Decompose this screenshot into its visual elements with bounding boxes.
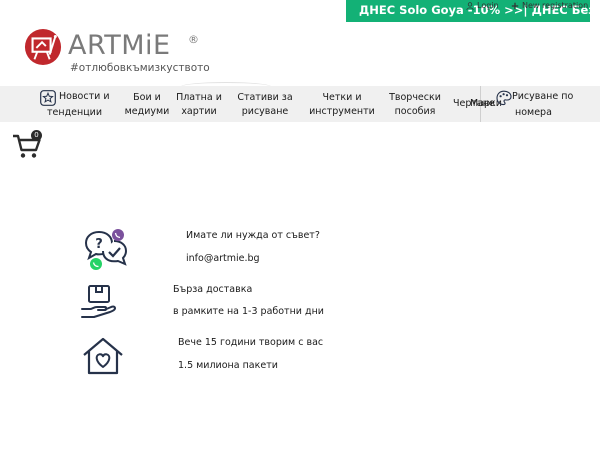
svg-text:?: ? <box>95 237 103 252</box>
nav-news-line2: тенденции <box>47 107 103 118</box>
nav-pbn-line1: Рисуване по <box>512 91 574 102</box>
registration-label: New registration <box>522 1 589 10</box>
delivery-box-icon <box>81 285 116 318</box>
nav-paints-label: Бои и медиуми <box>124 92 170 117</box>
nav-item-paints[interactable]: Бои и медиуми <box>120 91 174 119</box>
nav-pbn-line2: номера <box>515 107 552 118</box>
advice-title: Имате ли нужда от съвет? <box>186 230 320 241</box>
nav-item-brushes[interactable]: Четки и инструменти <box>306 91 378 119</box>
help-chat-icon: ? <box>84 229 128 270</box>
nav-brushes-label: Четки и инструменти <box>309 92 375 117</box>
main-nav: Новости и тенденции Бои и медиуми Платна… <box>0 86 600 122</box>
nav-creative-label: Творчески пособия <box>389 92 441 117</box>
nav-item-canvas[interactable]: Платна и хартии <box>174 91 224 119</box>
advice-email[interactable]: info@artmie.bg <box>186 253 260 264</box>
home-heart-icon <box>83 337 123 375</box>
login-label: Login <box>477 1 499 10</box>
nav-news-line1: Новости и <box>59 91 110 102</box>
delivery-title: Бърза доставка <box>173 284 253 295</box>
delivery-subtitle: в рамките на 1-3 работни дни <box>173 306 324 317</box>
star-icon <box>40 90 56 106</box>
registration-link[interactable]: New registration <box>511 1 588 10</box>
nav-easels-label: Стативи за рисуване <box>237 92 293 117</box>
user-icon <box>466 1 474 10</box>
packages-subtitle: 1.5 милиона пакети <box>178 360 278 371</box>
logo-easel-icon <box>24 28 62 66</box>
registered-mark: ® <box>188 33 199 46</box>
artmie-logo[interactable]: ARTMiE ® #отлюбовкъмизкуството <box>24 27 214 79</box>
brand-name: ARTMiE <box>68 30 171 61</box>
nav-item-easels[interactable]: Стативи за рисуване <box>232 91 298 119</box>
nav-canvas-label: Платна и хартии <box>176 92 222 117</box>
years-title: Вече 15 години творим с вас <box>178 337 324 348</box>
palette-icon <box>496 90 512 106</box>
brand-tagline: #отлюбовкъмизкуството <box>70 62 210 74</box>
cart-count-badge: 0 <box>31 130 42 141</box>
nav-item-creative[interactable]: Творчески пособия <box>386 91 444 119</box>
cart-button[interactable]: 0 <box>12 130 44 158</box>
login-link[interactable]: Login <box>466 1 499 10</box>
plus-icon <box>511 2 519 9</box>
